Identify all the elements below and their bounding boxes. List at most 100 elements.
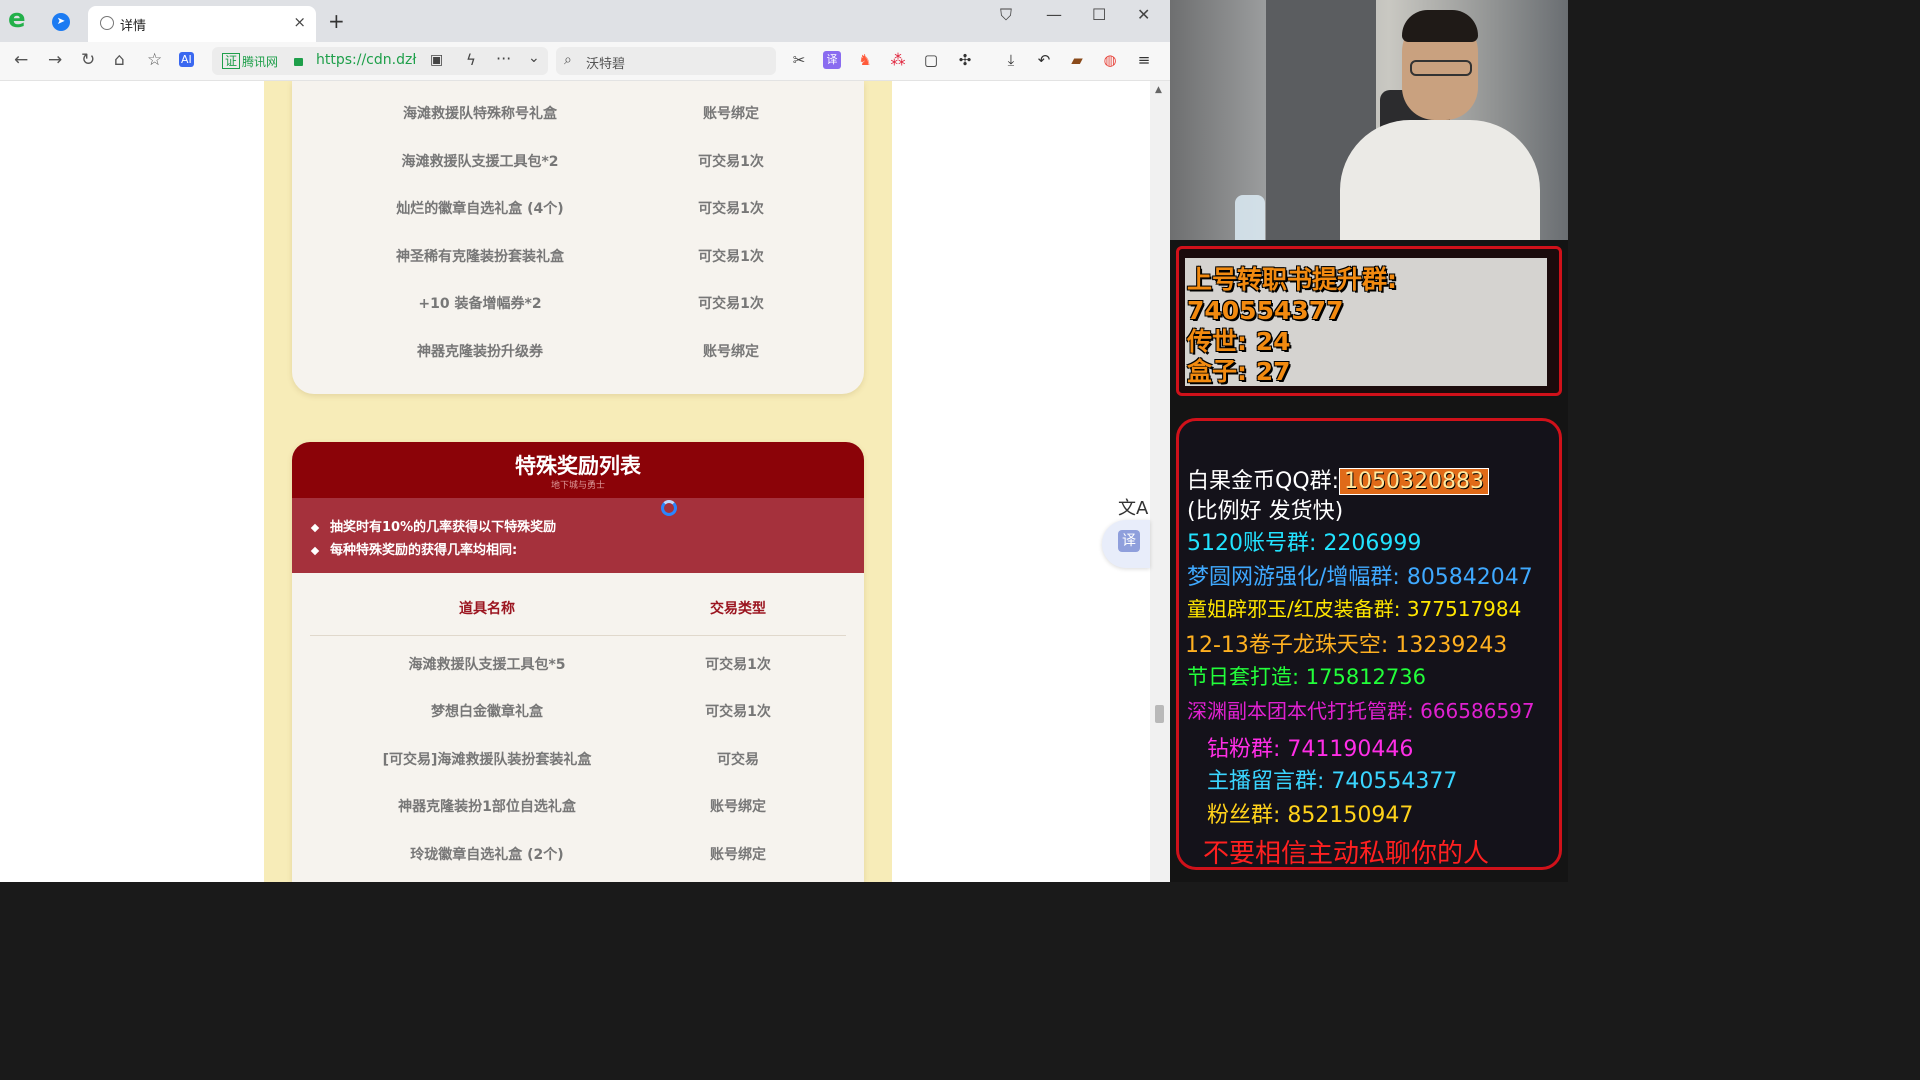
menu-icon[interactable]: ≡ [1135,51,1153,69]
webcam-feed [1170,0,1568,240]
trade-type: 可交易1次 [705,704,771,720]
close-window-button[interactable]: ✕ [1137,5,1150,24]
scissors-icon[interactable]: ✂ [790,51,808,69]
note-line: 每种特殊奖励的获得几率均相同: [310,539,517,558]
briefcase-icon[interactable]: ▰ [1068,51,1086,69]
card-title: 特殊奖励列表 [515,454,641,478]
bullet-icon [310,523,320,532]
puzzle-icon[interactable]: ✣ [956,51,974,69]
table-row: 海滩救援队支援工具包*2 可交易1次 [292,151,864,191]
col-item-name: 道具名称 [459,601,515,617]
search-icon: ⌕ [564,52,572,68]
translate-fab[interactable]: 译 [1102,520,1150,568]
scrollbar[interactable]: ▲ [1150,81,1170,882]
tab-bar: e ➤ 详情 × + ⛉ — ☐ ✕ [0,0,1170,42]
translate-icon[interactable]: 文A [1118,494,1148,520]
item-name: 神器克隆装扮1部位自选礼盒 [398,799,576,815]
maximize-button[interactable]: ☐ [1092,5,1106,24]
col-trade-type: 交易类型 [710,601,766,617]
table-row: 灿烂的徽章自选礼盒 (4个) 可交易1次 [292,198,864,238]
item-name: 海滩救援队特殊称号礼盒 [403,106,557,122]
tab-title: 详情 [120,19,147,34]
color-wheel-icon[interactable]: ◍ [1101,51,1119,69]
address-bar[interactable]: 证 腾讯网 https://cdn.dzł ▣ ϟ ··· ⌄ [212,47,548,75]
toolbar: ← → ↻ ⌂ ☆ AI 证 腾讯网 https://cdn.dzł ▣ ϟ ·… [0,42,1170,81]
special-reward-card: 特殊奖励列表 地下城与勇士 抽奖时有10%的几率获得以下特殊奖励 每种特殊奖励的… [292,442,864,882]
trade-type: 账号绑定 [703,106,759,122]
group-line: 童姐辟邪玉/红皮装备群: 377517984 [1187,597,1522,621]
search-box[interactable]: ⌕ 沃特碧 [556,47,776,75]
image-icon[interactable]: ▣ [430,52,443,68]
browser-logo-icon[interactable]: e [8,6,34,32]
scrollbar-thumb[interactable] [1155,705,1164,723]
trade-type: 账号绑定 [703,344,759,360]
loading-cursor-icon [661,500,677,516]
new-tab-button[interactable]: + [328,9,345,33]
info-line: 盒子: 27 [1187,357,1291,386]
shield-ext-icon[interactable]: ▢ [922,51,940,69]
item-name: 灿烂的徽章自选礼盒 (4个) [396,201,564,217]
divider [310,635,846,636]
group-line: 5120账号群: 2206999 [1187,531,1422,556]
item-name: 神器克隆装扮升级券 [417,344,543,360]
item-name: 海滩救援队支援工具包*2 [401,154,559,170]
more-icon[interactable]: ··· [496,49,511,68]
lightning-icon[interactable]: ϟ [466,51,476,69]
browser-window: e ➤ 详情 × + ⛉ — ☐ ✕ ← → ↻ ⌂ ☆ AI 证 腾讯网 ht… [0,0,1170,882]
minimize-button[interactable]: — [1046,5,1062,24]
cam-glasses [1410,60,1472,76]
event-poster: 海滩救援队特殊称号礼盒 账号绑定 海滩救援队支援工具包*2 可交易1次 灿烂的徽… [264,81,892,882]
favorites-icon[interactable]: ☆ [147,50,162,70]
warning-line: 不要相信主动私聊你的人 [1203,839,1490,869]
item-name: +10 装备增幅券*2 [418,296,542,312]
reload-icon[interactable]: ↻ [81,50,95,70]
undo-icon[interactable]: ↶ [1035,51,1053,69]
item-name: 神圣稀有克隆装扮套装礼盒 [396,249,564,265]
bullet-icon [310,546,320,555]
tab-details[interactable]: 详情 × [88,6,316,42]
note-line: 抽奖时有10%的几率获得以下特殊奖励 [310,516,556,535]
info-line: 上号转职书提升群: 740554377 [1187,265,1397,325]
certificate-icon: 证 [222,53,241,69]
qq-line: 白果金币QQ群: 1050320883 [1187,463,1490,495]
item-name: 玲珑徽章自选礼盒 (2个) [410,847,564,863]
item-name: 海滩救援队支援工具包*5 [408,657,566,673]
group-line: 钻粉群: 741190446 [1207,737,1414,762]
cam-bottle [1235,195,1265,240]
card-notes: 抽奖时有10%的几率获得以下特殊奖励 每种特殊奖励的获得几率均相同: [292,498,864,573]
page-content: 海滩救援队特殊称号礼盒 账号绑定 海滩救援队支援工具包*2 可交易1次 灿烂的徽… [0,81,1150,882]
trade-type: 账号绑定 [710,847,766,863]
info-panel-inner: 上号转职书提升群: 740554377 传世: 24 盒子: 27 [1185,258,1547,386]
home-icon[interactable]: ⌂ [114,50,125,70]
chevron-down-icon[interactable]: ⌄ [528,50,540,66]
search-input[interactable]: 沃特碧 [586,53,625,72]
qq-number: 1050320883 [1339,468,1490,495]
group-line: 粉丝群: 852150947 [1207,803,1414,828]
cam-person-body [1340,120,1540,240]
table-row: 神圣稀有克隆装扮套装礼盒 可交易1次 [292,246,864,286]
group-list-panel: 白果金币QQ群: 1050320883 (比例好 发货快) 5120账号群: 22… [1176,418,1562,870]
shirt-icon[interactable]: ⛉ [1000,5,1012,25]
dots-ext-icon[interactable]: ⁂ [889,51,907,69]
translate-ext-icon[interactable]: 译 [823,51,841,69]
group-line: 12-13卷子龙珠天空: 13239243 [1185,633,1508,658]
certificate-owner: 腾讯网 [242,55,279,69]
item-name: 梦想白金徽章礼盒 [431,704,543,720]
game-ext-icon[interactable]: ♞ [856,51,874,69]
trade-type: 可交易1次 [698,249,764,265]
group-line: 节日套打造: 175812736 [1187,665,1426,689]
table-row: 海滩救援队特殊称号礼盒 账号绑定 [292,103,864,143]
trade-type: 可交易1次 [698,154,764,170]
scroll-up-icon[interactable]: ▲ [1155,85,1162,95]
back-icon[interactable]: ← [14,50,28,70]
tab-close-button[interactable]: × [293,13,306,31]
ai-icon[interactable]: AI [179,52,194,67]
forward-icon[interactable]: → [48,50,62,70]
item-name: [可交易]海滩救援队装扮套装礼盒 [382,752,592,768]
pinned-send-icon[interactable]: ➤ [52,13,70,31]
translate-badge-icon: 译 [1118,530,1140,552]
trade-type: 可交易1次 [698,296,764,312]
url-text[interactable]: https://cdn.dzł [316,52,416,68]
download-icon[interactable]: ⤓ [1002,51,1020,69]
globe-icon [100,16,114,30]
